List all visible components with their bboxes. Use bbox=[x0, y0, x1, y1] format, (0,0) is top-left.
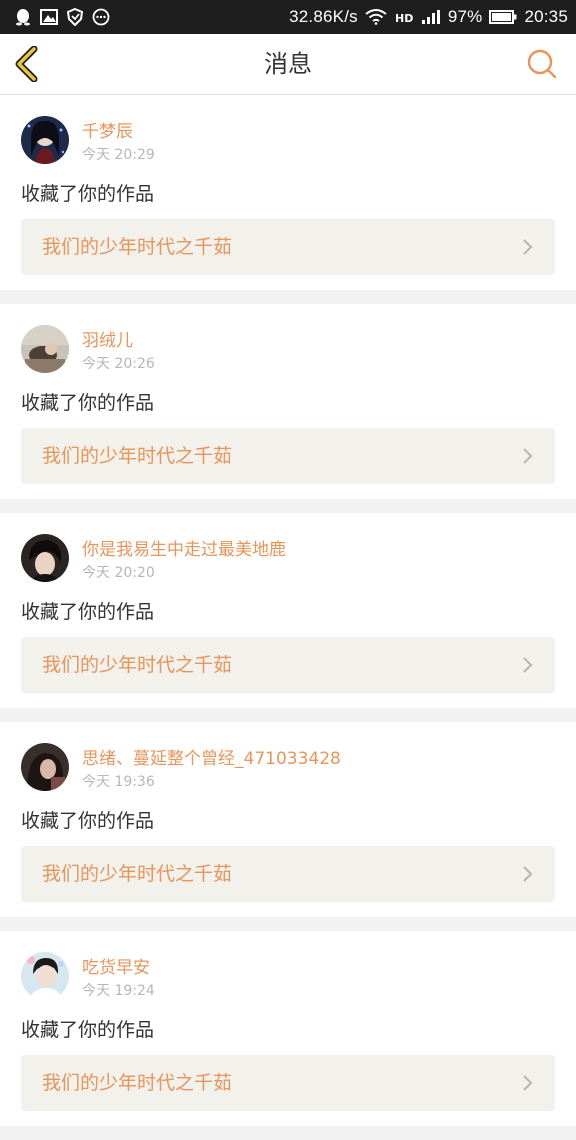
clock: 20:35 bbox=[524, 7, 568, 26]
timestamp: 今天 20:20 bbox=[82, 565, 155, 581]
avatar[interactable] bbox=[21, 534, 69, 582]
user-name[interactable]: 思绪、蔓延整个曾经_471033428 bbox=[82, 744, 341, 769]
nav-bar: 消息 bbox=[0, 34, 576, 95]
page-title: 消息 bbox=[264, 50, 312, 78]
search-icon[interactable] bbox=[526, 48, 558, 80]
status-left-icons bbox=[14, 8, 110, 26]
work-title: 我们的少年时代之千茹 bbox=[42, 445, 233, 467]
work-title: 我们的少年时代之千茹 bbox=[42, 863, 233, 885]
list-item[interactable]: 羽绒儿 今天 20:26 收藏了你的作品 我们的少年时代之千茹 bbox=[0, 304, 576, 499]
status-bar: 32.86K/s HD 97% 20:35 bbox=[0, 0, 576, 34]
timestamp: 今天 19:36 bbox=[82, 774, 155, 790]
user-name[interactable]: 千梦辰 bbox=[82, 117, 133, 142]
user-name[interactable]: 羽绒儿 bbox=[82, 326, 133, 351]
action-text: 收藏了你的作品 bbox=[21, 810, 155, 832]
work-link[interactable]: 我们的少年时代之千茹 bbox=[21, 637, 555, 693]
work-link[interactable]: 我们的少年时代之千茹 bbox=[21, 428, 555, 484]
chevron-right-icon bbox=[521, 1073, 535, 1093]
shield-icon bbox=[66, 8, 84, 26]
action-text: 收藏了你的作品 bbox=[21, 1019, 155, 1041]
avatar[interactable] bbox=[21, 116, 69, 164]
svg-text:HD: HD bbox=[395, 12, 413, 25]
list-item[interactable]: 吃货早安 今天 19:24 收藏了你的作品 我们的少年时代之千茹 bbox=[0, 931, 576, 1126]
chevron-right-icon bbox=[521, 655, 535, 675]
list-item[interactable]: 你是我易生中走过最美地鹿 今天 20:20 收藏了你的作品 我们的少年时代之千茹 bbox=[0, 513, 576, 708]
message-list: 千梦辰 今天 20:29 收藏了你的作品 我们的少年时代之千茹 羽绒儿 今天 2… bbox=[0, 95, 576, 1140]
battery-icon bbox=[489, 8, 517, 26]
qq-icon bbox=[14, 8, 32, 26]
timestamp: 今天 19:24 bbox=[82, 983, 155, 999]
work-title: 我们的少年时代之千茹 bbox=[42, 1072, 233, 1094]
chevron-right-icon bbox=[521, 237, 535, 257]
hd-icon: HD bbox=[394, 8, 414, 26]
avatar[interactable] bbox=[21, 325, 69, 373]
timestamp: 今天 20:29 bbox=[82, 147, 155, 163]
chat-icon bbox=[92, 8, 110, 26]
user-name[interactable]: 你是我易生中走过最美地鹿 bbox=[82, 535, 286, 560]
net-speed: 32.86K/s bbox=[289, 7, 358, 26]
work-link[interactable]: 我们的少年时代之千茹 bbox=[21, 1055, 555, 1111]
user-name[interactable]: 吃货早安 bbox=[82, 953, 150, 978]
image-icon bbox=[40, 8, 58, 26]
avatar[interactable] bbox=[21, 952, 69, 1000]
work-title: 我们的少年时代之千茹 bbox=[42, 236, 233, 258]
list-item[interactable]: 千梦辰 今天 20:29 收藏了你的作品 我们的少年时代之千茹 bbox=[0, 95, 576, 290]
battery-percent: 97% bbox=[447, 7, 483, 26]
status-right: 32.86K/s HD 97% 20:35 bbox=[289, 7, 568, 27]
chevron-right-icon bbox=[521, 864, 535, 884]
action-text: 收藏了你的作品 bbox=[21, 183, 155, 205]
work-link[interactable]: 我们的少年时代之千茹 bbox=[21, 846, 555, 902]
action-text: 收藏了你的作品 bbox=[21, 601, 155, 623]
chevron-right-icon bbox=[521, 446, 535, 466]
signal-icon bbox=[421, 8, 441, 26]
work-link[interactable]: 我们的少年时代之千茹 bbox=[21, 219, 555, 275]
timestamp: 今天 20:26 bbox=[82, 356, 155, 372]
work-title: 我们的少年时代之千茹 bbox=[42, 654, 233, 676]
wifi-icon bbox=[365, 8, 387, 26]
avatar[interactable] bbox=[21, 743, 69, 791]
action-text: 收藏了你的作品 bbox=[21, 392, 155, 414]
list-item[interactable]: 思绪、蔓延整个曾经_471033428 今天 19:36 收藏了你的作品 我们的… bbox=[0, 722, 576, 917]
